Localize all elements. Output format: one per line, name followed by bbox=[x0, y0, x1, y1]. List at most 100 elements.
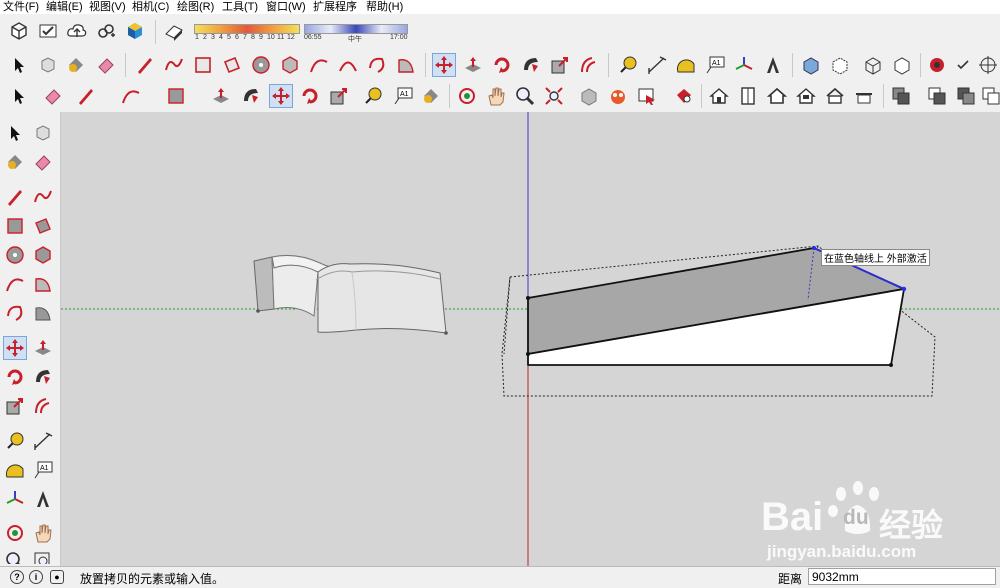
back-view-icon[interactable] bbox=[795, 85, 817, 107]
zoom-extents-icon[interactable] bbox=[543, 85, 565, 107]
scale-icon[interactable] bbox=[328, 85, 350, 107]
checkbox-icon[interactable] bbox=[952, 54, 974, 76]
pan-icon[interactable] bbox=[32, 522, 54, 544]
zoom-icon[interactable] bbox=[514, 85, 536, 107]
axes-icon[interactable] bbox=[733, 54, 755, 76]
cloud-upload-icon[interactable] bbox=[66, 20, 88, 42]
rotate-icon[interactable] bbox=[4, 366, 26, 388]
pie-icon[interactable] bbox=[32, 273, 54, 295]
text-icon[interactable]: A1 bbox=[32, 459, 54, 481]
axes-icon[interactable] bbox=[4, 488, 26, 510]
paint-bucket-icon[interactable] bbox=[420, 85, 442, 107]
pan-icon[interactable] bbox=[485, 85, 507, 107]
select-icon[interactable] bbox=[8, 54, 30, 76]
menu-edit[interactable]: 编辑(E) bbox=[46, 0, 83, 14]
paint-bucket-icon[interactable] bbox=[65, 54, 87, 76]
pencil-icon[interactable] bbox=[134, 54, 156, 76]
geo-location-icon[interactable]: ? bbox=[10, 570, 24, 584]
3d-text-icon[interactable] bbox=[32, 488, 54, 510]
menu-window[interactable]: 窗口(W) bbox=[266, 0, 306, 14]
previous-view-icon[interactable] bbox=[578, 85, 600, 107]
rotate-icon[interactable] bbox=[491, 54, 513, 76]
3d-text-icon[interactable] bbox=[762, 54, 784, 76]
scale-icon[interactable] bbox=[549, 54, 571, 76]
three-point-arc-icon[interactable] bbox=[4, 302, 26, 324]
menu-camera[interactable]: 相机(C) bbox=[132, 0, 169, 14]
eraser-icon[interactable] bbox=[32, 151, 54, 173]
tape-measure-icon[interactable] bbox=[362, 85, 384, 107]
tape-measure-icon[interactable] bbox=[4, 430, 26, 452]
text-icon[interactable]: A1 bbox=[392, 85, 414, 107]
extension-warehouse-icon[interactable] bbox=[124, 20, 146, 42]
rotate-icon[interactable] bbox=[299, 85, 321, 107]
left-view-icon[interactable] bbox=[824, 85, 846, 107]
right-view-icon[interactable] bbox=[766, 85, 788, 107]
dimension-icon[interactable] bbox=[646, 54, 668, 76]
offset-icon[interactable] bbox=[32, 395, 54, 417]
pie-icon[interactable] bbox=[395, 54, 417, 76]
move-icon[interactable] bbox=[3, 336, 27, 360]
offset-icon[interactable] bbox=[578, 54, 600, 76]
credits-icon[interactable]: i bbox=[29, 570, 43, 584]
rotated-rectangle-icon[interactable] bbox=[32, 215, 54, 237]
components-icon[interactable] bbox=[8, 20, 30, 42]
rectangle-icon[interactable] bbox=[192, 54, 214, 76]
two-point-arc-icon[interactable] bbox=[337, 54, 359, 76]
rectangle-icon[interactable] bbox=[4, 215, 26, 237]
scene-canvas[interactable] bbox=[61, 112, 1000, 566]
tape-measure-icon[interactable] bbox=[617, 54, 639, 76]
display-section-icon[interactable] bbox=[636, 85, 658, 107]
move-icon[interactable] bbox=[269, 84, 293, 108]
push-pull-icon[interactable] bbox=[462, 54, 484, 76]
zoom-window-icon[interactable] bbox=[32, 550, 54, 564]
freehand-icon[interactable] bbox=[163, 54, 185, 76]
intersect-icon[interactable] bbox=[890, 85, 912, 107]
circle-icon[interactable] bbox=[4, 244, 26, 266]
select-icon[interactable] bbox=[4, 122, 26, 144]
push-pull-icon[interactable] bbox=[210, 85, 232, 107]
shadow-toggle-icon[interactable] bbox=[163, 20, 185, 42]
follow-me-icon[interactable] bbox=[240, 85, 262, 107]
union-icon[interactable] bbox=[926, 85, 948, 107]
menu-draw[interactable]: 绘图(R) bbox=[177, 0, 214, 14]
scale-icon[interactable] bbox=[4, 395, 26, 417]
component-icon[interactable] bbox=[32, 122, 54, 144]
polygon-icon[interactable] bbox=[32, 244, 54, 266]
orbit-icon[interactable] bbox=[456, 85, 478, 107]
follow-me-icon[interactable] bbox=[32, 366, 54, 388]
walk-icon[interactable] bbox=[977, 54, 999, 76]
pencil-icon[interactable] bbox=[75, 85, 97, 107]
pencil-icon[interactable] bbox=[4, 186, 26, 208]
arc-icon[interactable] bbox=[308, 54, 330, 76]
curved-wall-model[interactable] bbox=[253, 255, 448, 335]
position-camera-icon[interactable] bbox=[926, 54, 948, 76]
component-icon[interactable] bbox=[37, 54, 59, 76]
link-icon[interactable] bbox=[95, 20, 117, 42]
measurements-input[interactable]: 9032mm bbox=[808, 568, 996, 585]
model-info-icon[interactable] bbox=[37, 20, 59, 42]
select-icon[interactable] bbox=[8, 85, 30, 107]
menu-view[interactable]: 视图(V) bbox=[89, 0, 126, 14]
arc-icon[interactable] bbox=[4, 273, 26, 295]
menu-help[interactable]: 帮助(H) bbox=[366, 0, 403, 14]
rotated-rectangle-icon[interactable] bbox=[221, 54, 243, 76]
arc-icon[interactable] bbox=[120, 85, 142, 107]
user-icon[interactable]: ● bbox=[50, 570, 64, 584]
shadow-date-slider[interactable] bbox=[194, 24, 300, 34]
move-icon[interactable] bbox=[432, 53, 456, 77]
eraser-icon[interactable] bbox=[95, 54, 117, 76]
subtract-icon[interactable] bbox=[955, 85, 977, 107]
eraser-icon[interactable] bbox=[42, 85, 64, 107]
protractor-icon[interactable] bbox=[4, 459, 26, 481]
xray-icon[interactable] bbox=[800, 54, 822, 76]
front-view-icon[interactable] bbox=[737, 85, 759, 107]
outer-shell-icon[interactable] bbox=[853, 85, 875, 107]
dimension-icon[interactable] bbox=[32, 430, 54, 452]
push-pull-icon[interactable] bbox=[32, 337, 54, 359]
protractor-icon[interactable] bbox=[675, 54, 697, 76]
rectangle-icon[interactable] bbox=[165, 85, 187, 107]
wireframe-icon[interactable] bbox=[862, 54, 884, 76]
zoom-icon[interactable] bbox=[4, 550, 26, 564]
top-view-icon[interactable] bbox=[708, 85, 730, 107]
follow-me-icon[interactable] bbox=[520, 54, 542, 76]
